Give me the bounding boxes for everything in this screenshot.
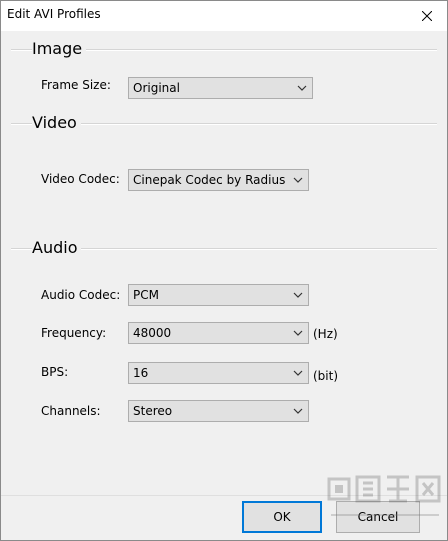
video-codec-label: Video Codec: — [41, 172, 120, 186]
chevron-down-icon — [293, 408, 303, 414]
image-section-title: Image — [32, 39, 87, 58]
ok-button-label: OK — [273, 510, 291, 524]
frame-size-value: Original — [133, 81, 180, 95]
audio-codec-value: PCM — [133, 288, 159, 302]
frequency-label: Frequency: — [41, 326, 107, 340]
chevron-down-icon — [293, 330, 303, 336]
audio-section-title: Audio — [32, 238, 82, 257]
chevron-down-icon — [297, 85, 307, 91]
video-codec-value: Cinepak Codec by Radius — [133, 173, 286, 187]
video-codec-select[interactable]: Cinepak Codec by Radius — [128, 169, 309, 191]
audio-codec-label: Audio Codec: — [41, 288, 121, 302]
close-icon — [422, 11, 432, 21]
frequency-value: 48000 — [133, 326, 172, 340]
window-title: Edit AVI Profiles — [7, 7, 101, 21]
edit-avi-profiles-dialog: Edit AVI Profiles Image Frame Size: Orig… — [0, 0, 448, 541]
video-section-title: Video — [32, 113, 81, 132]
chevron-down-icon — [293, 370, 303, 376]
ok-button[interactable]: OK — [242, 501, 322, 533]
cancel-button-label: Cancel — [357, 510, 399, 524]
dialog-footer: OK Cancel — [1, 495, 447, 540]
channels-label: Channels: — [41, 404, 101, 418]
chevron-down-icon — [293, 177, 303, 183]
frequency-select[interactable]: 48000 — [128, 322, 309, 344]
chevron-down-icon — [293, 292, 303, 298]
frame-size-label: Frame Size: — [41, 78, 111, 92]
cancel-button[interactable]: Cancel — [336, 501, 420, 533]
frame-size-select[interactable]: Original — [128, 77, 313, 99]
bps-label: BPS: — [41, 365, 69, 379]
title-bar: Edit AVI Profiles — [1, 1, 447, 31]
close-button[interactable] — [407, 1, 447, 31]
bps-value: 16 — [133, 366, 149, 380]
channels-value: Stereo — [133, 404, 173, 418]
audio-codec-select[interactable]: PCM — [128, 284, 309, 306]
channels-select[interactable]: Stereo — [128, 400, 309, 422]
bps-select[interactable]: 16 — [128, 362, 309, 384]
bps-unit: (bit) — [313, 369, 339, 383]
frequency-unit: (Hz) — [313, 327, 338, 341]
